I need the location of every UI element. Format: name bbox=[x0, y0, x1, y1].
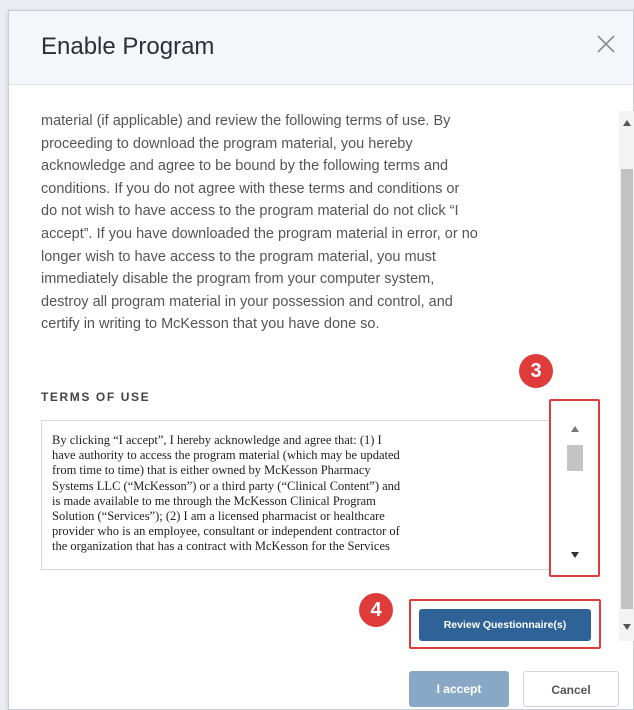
intro-line: conditions. If you do not agree with the… bbox=[41, 180, 460, 197]
terms-line: is made available to me through the McKe… bbox=[52, 493, 376, 508]
terms-line: provider who is an employee, consultant … bbox=[52, 524, 400, 539]
terms-line: Systems LLC (“McKesson”) or a third part… bbox=[52, 478, 401, 493]
terms-line: have authority to access the program mat… bbox=[52, 448, 400, 463]
review-questionnaires-button[interactable]: Review Questionnaire(s) bbox=[419, 609, 591, 641]
intro-line: longer wish to have access to the progra… bbox=[41, 248, 436, 265]
terms-line: the organization that has a contract wit… bbox=[52, 539, 390, 554]
intro-line: acknowledge and agree to be bound by the… bbox=[41, 158, 449, 175]
terms-heading: TERMS OF USE bbox=[41, 390, 151, 404]
intro-line: proceeding to download the program mater… bbox=[41, 135, 413, 152]
accept-button[interactable]: I accept bbox=[409, 671, 509, 707]
scrollbar-highlight-box bbox=[549, 399, 600, 577]
terms-line: from time to time) that is either owned … bbox=[52, 463, 371, 478]
terms-text: By clicking “I accept”, I hereby acknowl… bbox=[52, 433, 530, 555]
terms-line: Solution (“Services”); (2) I am a licens… bbox=[52, 509, 385, 524]
cancel-button[interactable]: Cancel bbox=[523, 671, 619, 707]
dialog-title: Enable Program bbox=[41, 33, 215, 60]
scroll-up-arrow-icon[interactable] bbox=[622, 119, 632, 127]
intro-line: immediately disable the program from you… bbox=[41, 271, 435, 288]
dialog-scrollbar-thumb[interactable] bbox=[621, 169, 633, 609]
enable-program-dialog: Enable Program material (if applicable) … bbox=[8, 10, 634, 710]
close-icon bbox=[597, 35, 615, 53]
intro-line: do not wish to have access to the progra… bbox=[41, 203, 459, 220]
step-4-badge: 4 bbox=[359, 593, 393, 627]
terms-of-use-box[interactable]: By clicking “I accept”, I hereby acknowl… bbox=[41, 420, 551, 570]
close-button[interactable] bbox=[593, 31, 619, 57]
step-3-badge: 3 bbox=[519, 354, 553, 388]
intro-text: material (if applicable) and review the … bbox=[41, 110, 591, 336]
intro-line: accept”. If you have downloaded the prog… bbox=[41, 225, 478, 242]
scroll-down-arrow-icon[interactable] bbox=[622, 623, 632, 631]
terms-line: By clicking “I accept”, I hereby acknowl… bbox=[52, 433, 382, 447]
intro-line: destroy all program material in your pos… bbox=[41, 293, 453, 310]
dialog-header: Enable Program bbox=[9, 11, 633, 85]
dialog-scrollbar[interactable] bbox=[619, 111, 634, 641]
intro-line: certify in writing to McKesson that you … bbox=[41, 316, 380, 333]
intro-line: material (if applicable) and review the … bbox=[41, 113, 451, 129]
